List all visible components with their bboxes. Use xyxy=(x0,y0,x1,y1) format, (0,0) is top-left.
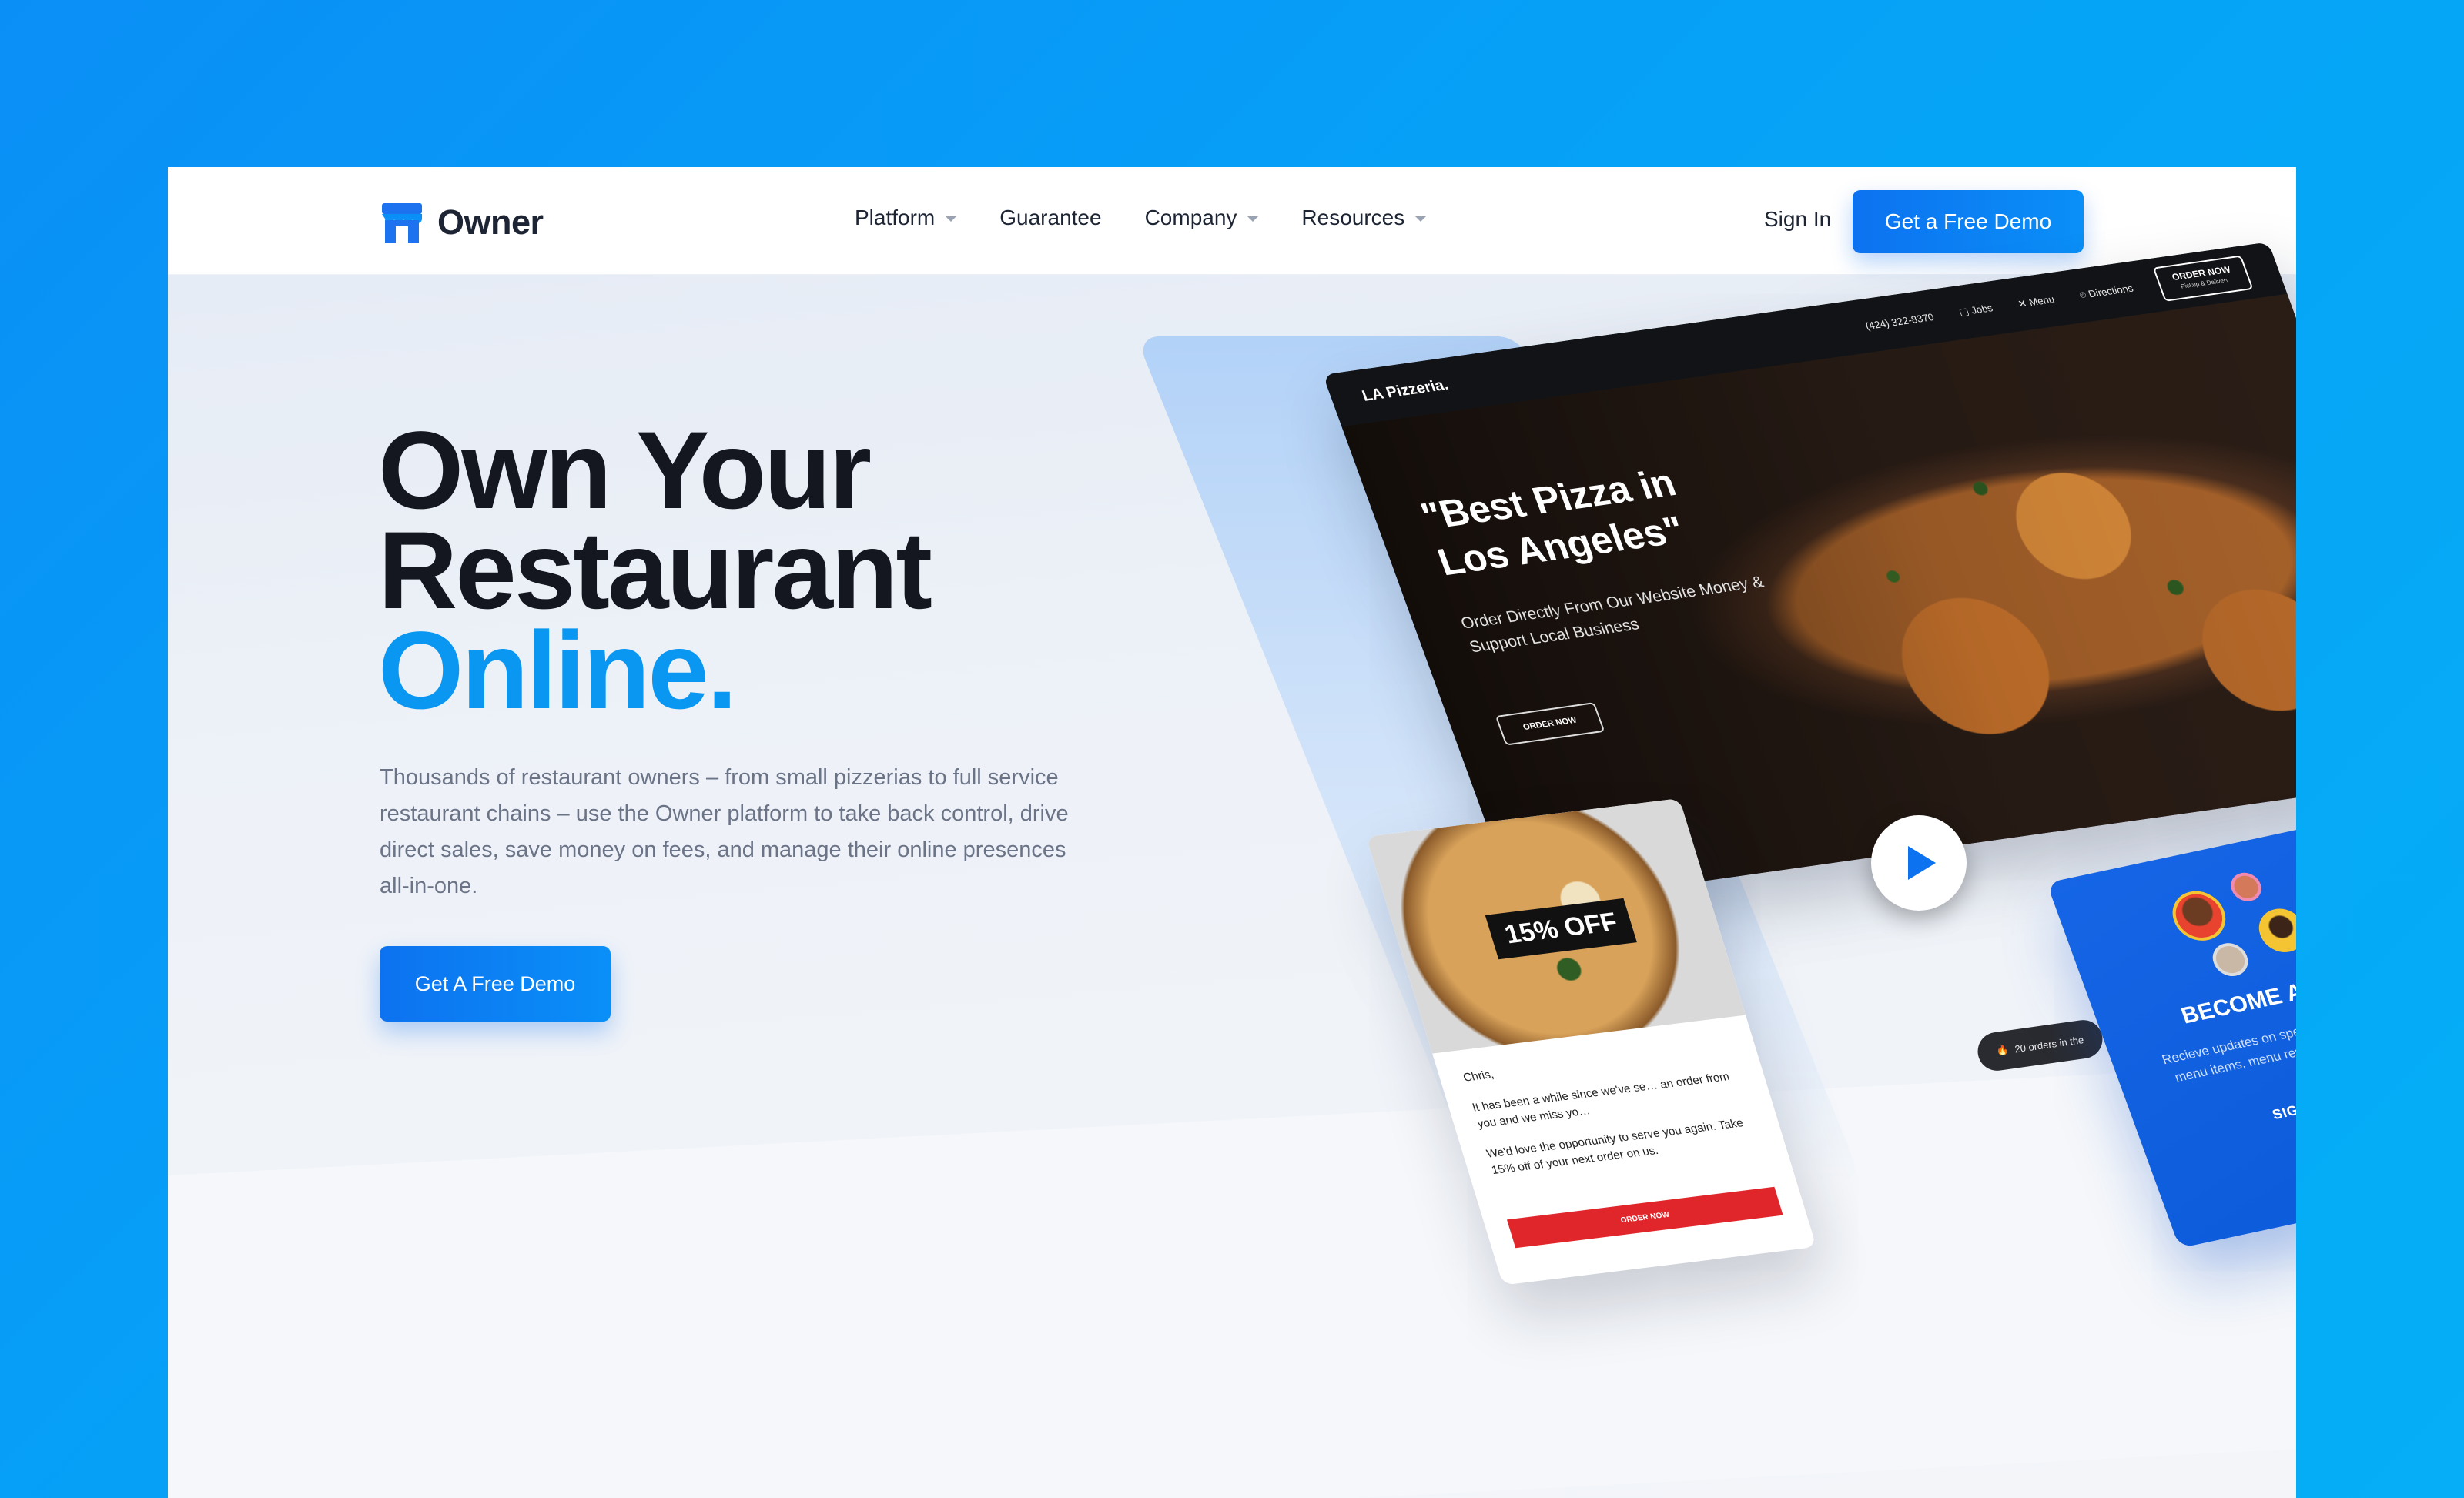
nav-demo-button[interactable]: Get a Free Demo xyxy=(1853,190,2084,253)
storefront-icon xyxy=(382,203,422,243)
avatar xyxy=(2208,940,2253,980)
preview-phone: (424) 322-8370 xyxy=(1863,310,1936,332)
discount-badge: 15% OFF xyxy=(1485,898,1638,960)
preview-link-directions: ⌾ Directions xyxy=(2077,282,2135,301)
nav-item-label: Resources xyxy=(1301,206,1405,229)
chevron-down-icon xyxy=(1247,216,1259,222)
chevron-down-icon xyxy=(946,216,957,222)
play-icon xyxy=(1908,846,1936,880)
hero-headline: Own Your Restaurant Online. xyxy=(378,410,932,732)
headline-line-1: Own Your xyxy=(378,410,872,532)
top-navbar: Owner Platform Guarantee Company Resourc… xyxy=(168,167,2296,275)
hero-demo-button[interactable]: Get A Free Demo xyxy=(380,946,611,1022)
nav-item-guarantee[interactable]: Guarantee xyxy=(999,206,1101,230)
nav-item-resources[interactable]: Resources xyxy=(1301,206,1427,230)
brand-name: Owner xyxy=(437,202,544,242)
headline-line-3: Online. xyxy=(378,610,738,732)
orders-pill-text: 20 orders in the xyxy=(2014,1033,2085,1055)
main-menu: Platform Guarantee Company Resources xyxy=(855,206,1427,230)
nav-item-label: Company xyxy=(1144,206,1237,229)
preview-link-menu: ✕ Menu xyxy=(2016,293,2057,310)
nav-item-label: Guarantee xyxy=(999,206,1102,229)
nav-item-platform[interactable]: Platform xyxy=(855,206,957,230)
nav-item-company[interactable]: Company xyxy=(1145,206,1259,230)
browser-frame: Owner Platform Guarantee Company Resourc… xyxy=(168,167,2296,1498)
preview-link-jobs: ▢ Jobs xyxy=(1957,302,1994,318)
email-pizza-image: 15% OFF xyxy=(1366,798,1746,1054)
sign-in-link[interactable]: Sign In xyxy=(1764,207,1831,232)
avatar xyxy=(2226,870,2266,904)
avatar xyxy=(2165,886,2233,945)
chevron-down-icon xyxy=(1415,216,1427,222)
nav-item-label: Platform xyxy=(855,206,936,229)
preview-brand: LA Pizzeria. xyxy=(1359,376,1451,405)
hero-description: Thousands of restaurant owners – from sm… xyxy=(380,765,1069,898)
play-video-button[interactable] xyxy=(1871,815,1967,911)
headline-line-2: Restaurant xyxy=(378,510,932,632)
logo[interactable]: Owner xyxy=(379,199,544,246)
fire-icon: 🔥 xyxy=(1995,1043,2010,1057)
preview-order-button: ORDER NOW Pickup & Delivery xyxy=(2152,255,2254,302)
avatar xyxy=(2252,904,2296,957)
